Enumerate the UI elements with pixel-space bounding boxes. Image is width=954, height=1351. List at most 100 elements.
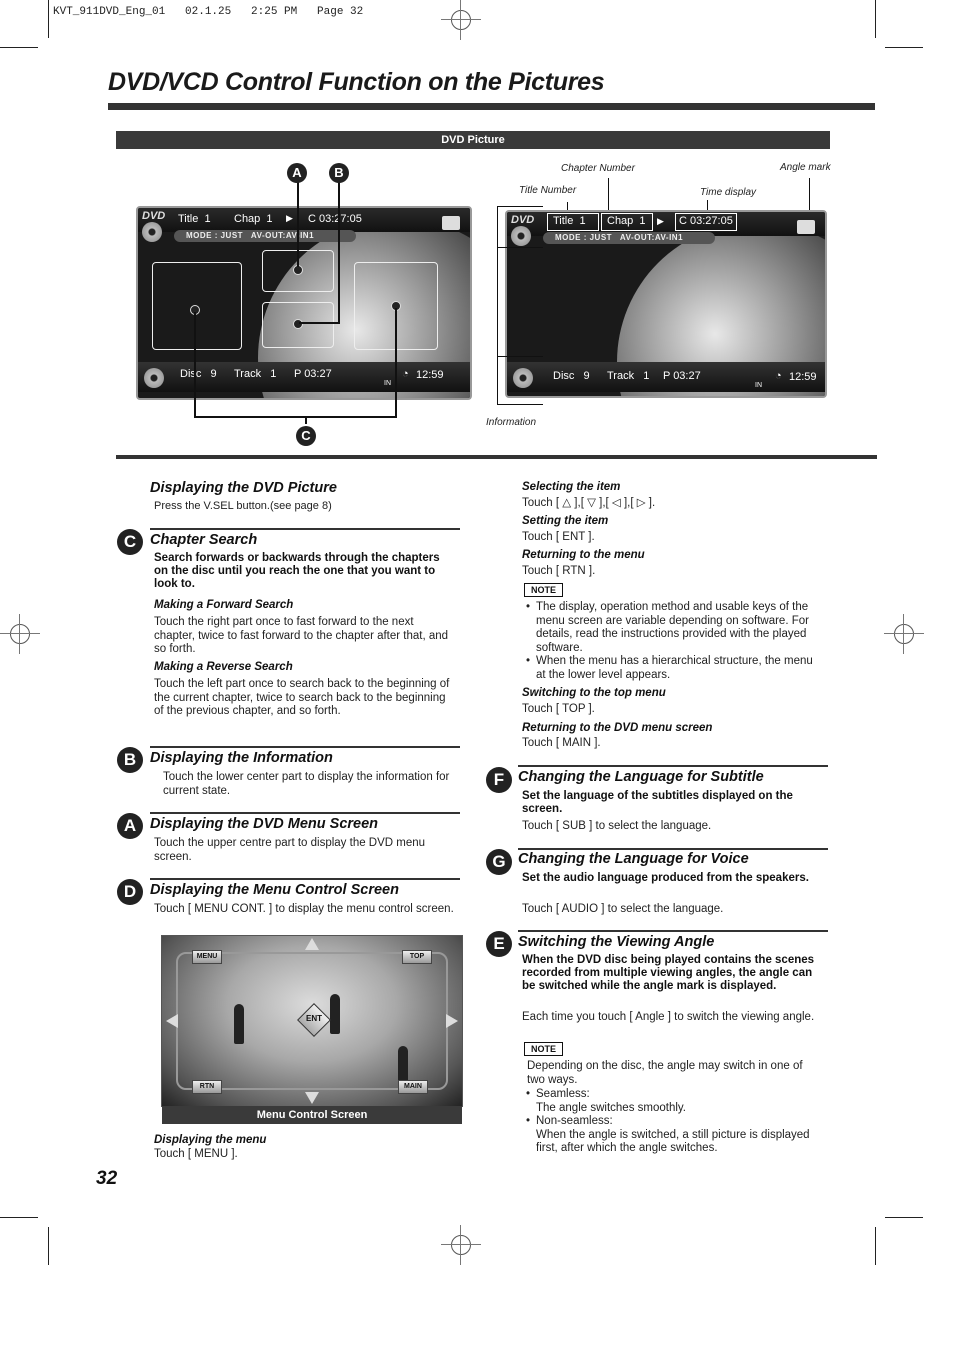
text-subtitle: Touch [ SUB ] to select the language. [522, 820, 712, 832]
rtn-button[interactable]: RTN [192, 1080, 222, 1094]
callout-line-b [338, 182, 340, 324]
time-text: C 03:27:05 [679, 215, 733, 227]
heading-displaying-dvd-picture: Displaying the DVD Picture [150, 480, 337, 496]
crop-mark [0, 47, 38, 48]
text-displaying-the-menu: Touch [ MENU ]. [154, 1148, 238, 1160]
main-button[interactable]: MAIN [398, 1080, 428, 1094]
callout-line-c-left [194, 312, 196, 418]
information-bracket [497, 206, 543, 207]
callout-line-b-h [299, 322, 340, 324]
annotation-line [809, 178, 810, 210]
menu-button[interactable]: MENU [192, 950, 222, 964]
text-displaying-menu-screen: Touch the upper centre part to display t… [154, 837, 426, 863]
heading-displaying-the-menu: Displaying the menu [154, 1134, 267, 1146]
bullet-desc: The angle switches smoothly. [536, 1101, 686, 1114]
note-bullets: The display, operation method and usable… [522, 601, 822, 682]
section-badge-f: F [486, 767, 512, 793]
arrow-right-button[interactable] [446, 1014, 458, 1028]
bullet-desc: When the angle is switched, a still pict… [536, 1128, 810, 1155]
angle-mark-icon [797, 220, 815, 234]
dvd-logo: DVD [511, 214, 535, 226]
heading-subtitle: Changing the Language for Subtitle [518, 769, 764, 785]
annotation-chapter-number: Chapter Number [561, 163, 635, 174]
chapter-text: Chap 1 [234, 213, 273, 225]
arrow-down-button[interactable] [305, 1092, 319, 1104]
arrow-left-button[interactable] [166, 1014, 178, 1028]
dvd-picture-screen-right: DVD Title 1 Chap 1 ▶ C 03:27:05 MODE : J… [505, 210, 827, 398]
annotation-information: Information [486, 417, 537, 428]
information-bracket [497, 356, 543, 357]
chapter-text: Chap 1 [607, 215, 646, 227]
text-angle: Each time you touch [ Angle ] to switch … [522, 1011, 815, 1023]
mode-bar: MODE : JUST AV-OUT:AV-IN1 [543, 232, 715, 244]
crop-mark [0, 1217, 38, 1218]
clock-icon: ◔ [402, 368, 409, 380]
text-selecting-item: Touch [ △ ],[ ▽ ],[ ◁ ],[ ▷ ]. [522, 497, 656, 509]
section-rule [518, 930, 828, 932]
text-chapter-search-lead: Search forwards or backwards through the… [154, 552, 440, 590]
note-label: NOTE [524, 1042, 564, 1056]
text-displaying-information: Touch the lower center part to display t… [163, 771, 450, 797]
section-badge-b: B [117, 747, 143, 773]
text-angle-lead: When the DVD disc being played contains … [522, 954, 815, 992]
heading-selecting-item: Selecting the item [522, 481, 621, 493]
figure-bar-label: DVD Picture [116, 131, 830, 149]
annotation-time-display: Time display [700, 187, 757, 198]
heading-setting-item: Setting the item [522, 515, 609, 527]
input-label: IN [384, 380, 391, 387]
section-rule [518, 765, 828, 767]
page-number: 32 [96, 1168, 118, 1189]
heading-angle: Switching the Viewing Angle [518, 934, 715, 950]
note-label: NOTE [524, 583, 564, 597]
track-text: Track 1 [234, 368, 277, 380]
heading-forward-search: Making a Forward Search [154, 599, 294, 611]
callout-badge-b: B [329, 163, 349, 183]
text-setting-item: Touch [ ENT ]. [522, 531, 595, 543]
note-bullet: The display, operation method and usable… [522, 601, 822, 655]
time-text: C 03:27:05 [308, 213, 362, 225]
text-subtitle-lead: Set the language of the subtitles displa… [522, 790, 793, 815]
crop-mark [885, 1217, 923, 1218]
heading-returning-menu: Returning to the menu [522, 549, 645, 561]
menu-control-screen: MENU TOP RTN MAIN ENT [161, 935, 463, 1107]
bullet-term: Seamless: [536, 1088, 590, 1100]
arrow-up-button[interactable] [305, 938, 319, 950]
disc-stack-icon [513, 368, 533, 388]
annotation-line [567, 202, 568, 210]
ent-label: ENT [306, 1014, 322, 1023]
callout-line-c-right [395, 308, 397, 418]
annotation-line [707, 200, 708, 210]
title-rule [108, 103, 875, 110]
clock-time: 12:59 [416, 369, 444, 381]
text-voice-lead: Set the audio language produced from the… [522, 872, 809, 884]
registration-mark-icon [884, 614, 924, 654]
section-badge-a: A [117, 813, 143, 839]
title-text: Title 1 [178, 213, 211, 225]
section-badge-g: G [486, 849, 512, 875]
text-displaying-dvd-picture: Press the V.SEL button.(see page 8) [154, 500, 332, 512]
disc-icon [142, 222, 162, 242]
text-note-intro: Depending on the disc, the angle may swi… [527, 1060, 803, 1086]
title-text: Title 1 [553, 215, 586, 227]
clock-time: 12:59 [789, 371, 817, 383]
section-rule [518, 848, 828, 850]
text-reverse-search: Touch the left part once to search back … [154, 678, 450, 717]
section-rule [150, 878, 460, 880]
text-forward-search: Touch the right part once to fast forwar… [154, 616, 449, 655]
note-bullet: When the menu has a hierarchical structu… [522, 655, 822, 682]
registration-mark-icon [0, 614, 40, 654]
callout-badge-a: A [287, 163, 307, 183]
heading-displaying-menu-control: Displaying the Menu Control Screen [150, 882, 399, 898]
section-rule [150, 746, 460, 748]
menu-control-caption: Menu Control Screen [162, 1106, 462, 1124]
information-bracket [497, 404, 543, 405]
callout-line-a [297, 182, 299, 267]
text-displaying-menu-control: Touch [ MENU CONT. ] to display the menu… [154, 903, 454, 915]
input-label: IN [755, 382, 762, 389]
play-icon: ▶ [286, 213, 293, 223]
crop-mark [875, 0, 876, 38]
top-button[interactable]: TOP [402, 950, 432, 964]
bullet-term: Non-seamless: [536, 1115, 613, 1127]
track-text: Track 1 [607, 370, 650, 382]
note-bullet: Seamless:The angle switches smoothly. [522, 1088, 822, 1115]
